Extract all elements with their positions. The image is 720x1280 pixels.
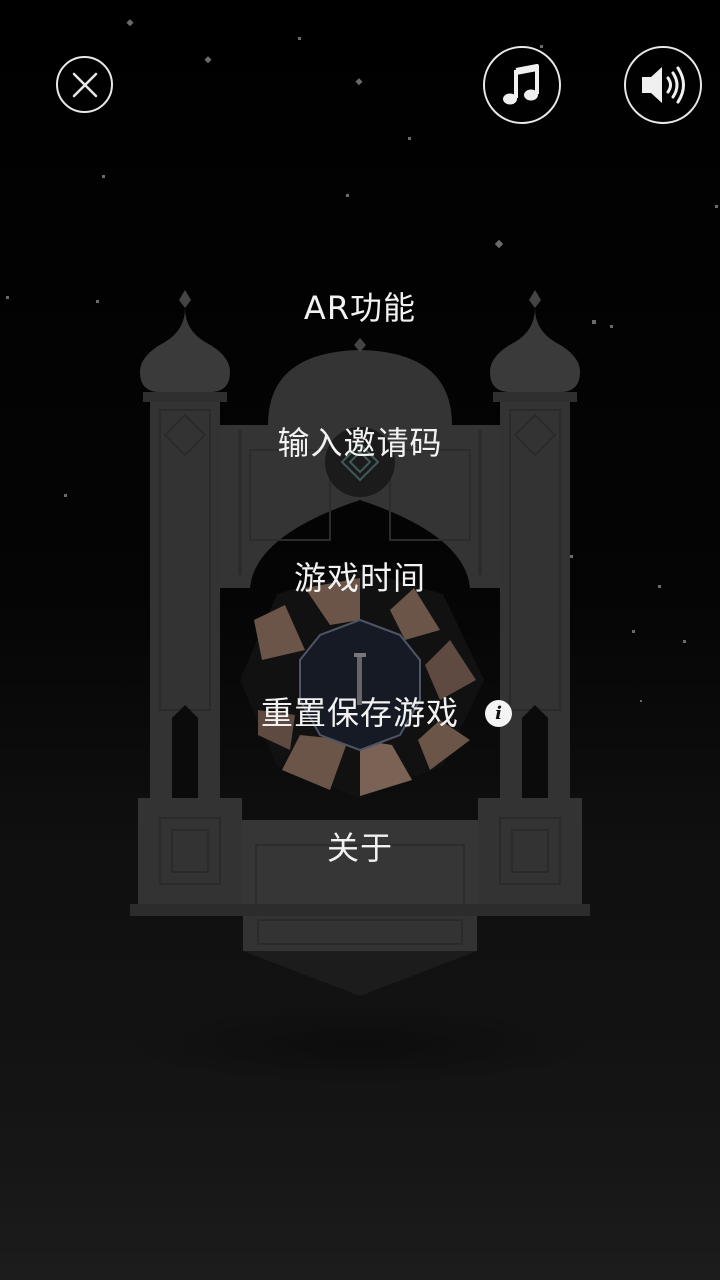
music-note-icon — [503, 64, 539, 105]
music-toggle-button[interactable] — [483, 46, 561, 124]
menu-item-play-time[interactable]: 游戏时间 — [0, 556, 720, 600]
menu-item-ar[interactable]: AR功能 — [0, 286, 720, 330]
close-icon — [72, 72, 97, 97]
menu-item-invite-code[interactable]: 输入邀请码 — [0, 421, 720, 465]
menu-item-about[interactable]: 关于 — [0, 826, 720, 870]
sound-toggle-button[interactable] — [624, 46, 702, 124]
menu-item-reset-save[interactable]: 重置保存游戏 — [0, 691, 720, 735]
info-icon[interactable]: i — [485, 700, 512, 727]
speaker-volume-icon — [642, 66, 685, 104]
close-button[interactable] — [56, 56, 113, 113]
game-scene-background — [0, 19, 720, 1280]
wheel-mechanism — [240, 570, 484, 798]
